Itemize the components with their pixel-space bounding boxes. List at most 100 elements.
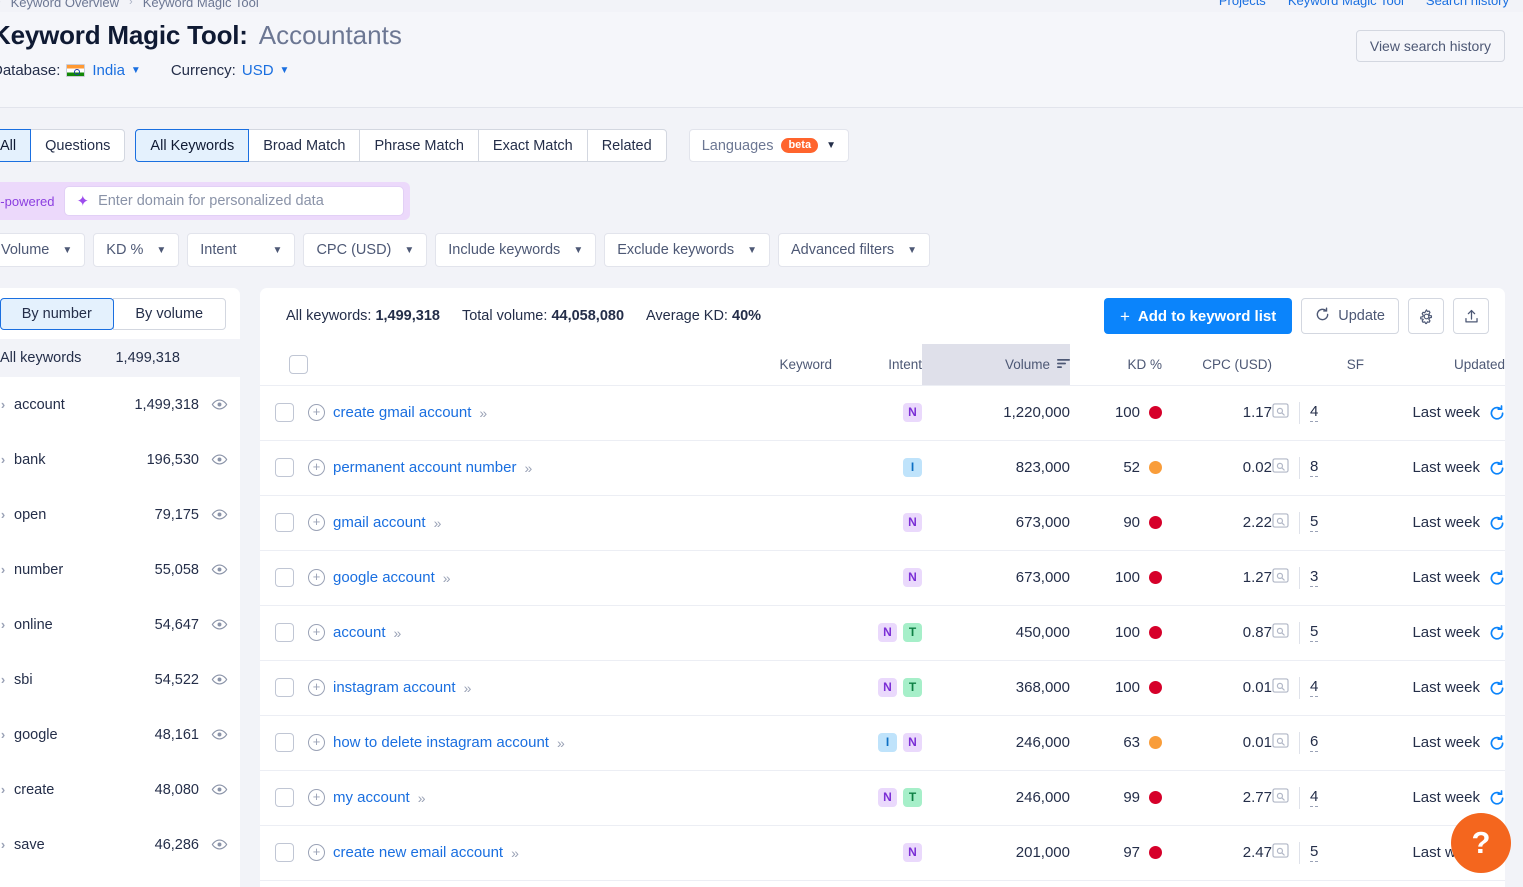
toggle-visibility-icon[interactable] [211, 506, 228, 523]
toggle-visibility-icon[interactable] [211, 836, 228, 853]
filter-volume[interactable]: Volume ▼ [0, 233, 86, 267]
sidebar-group-row[interactable]: › account 1,499,318 [0, 377, 240, 432]
sf-count[interactable]: 4 [1310, 403, 1319, 422]
top-link-projects[interactable]: Projects [1219, 0, 1266, 8]
row-checkbox[interactable] [274, 623, 294, 642]
tab-exact-match[interactable]: Exact Match [477, 129, 588, 162]
double-chevron-icon[interactable]: » [479, 405, 487, 421]
row-checkbox[interactable] [274, 843, 294, 862]
database-selector[interactable]: Database: India ▼ [0, 62, 141, 79]
serp-features-icon[interactable] [1272, 458, 1289, 477]
column-cpc[interactable]: CPC (USD) [1162, 344, 1272, 386]
column-intent[interactable]: Intent [832, 344, 922, 386]
double-chevron-icon[interactable]: » [394, 625, 402, 641]
sidebar-all-keywords-row[interactable]: All keywords 1,499,318 [0, 339, 240, 377]
domain-input-wrapper[interactable]: ✦ Enter domain for personalized data [64, 186, 405, 216]
intent-badge-n[interactable]: N [903, 733, 922, 752]
intent-badge-t[interactable]: T [903, 678, 922, 697]
sf-count[interactable]: 4 [1310, 788, 1319, 807]
filter-cpc[interactable]: CPC (USD) ▼ [303, 233, 428, 267]
add-keyword-icon[interactable]: + [308, 404, 325, 421]
row-checkbox[interactable] [274, 513, 294, 532]
expand-group-icon[interactable]: › [0, 727, 14, 742]
update-button[interactable]: Update [1301, 298, 1399, 334]
top-link-search-history[interactable]: Search history [1426, 0, 1509, 8]
languages-dropdown[interactable]: Languages beta ▼ [688, 129, 849, 162]
intent-badge-n[interactable]: N [903, 513, 922, 532]
filter-exclude-keywords[interactable]: Exclude keywords ▼ [604, 233, 770, 267]
refresh-row-icon[interactable] [1489, 459, 1505, 476]
sidebar-group-row[interactable]: › create 48,080 [0, 762, 240, 817]
intent-badge-t[interactable]: T [903, 623, 922, 642]
breadcrumb-item-keyword-magic-tool[interactable]: Keyword Magic Tool [143, 0, 259, 10]
add-to-keyword-list-button[interactable]: + Add to keyword list [1103, 298, 1293, 334]
expand-group-icon[interactable]: › [0, 397, 14, 412]
toggle-visibility-icon[interactable] [211, 671, 228, 688]
keyword-link[interactable]: gmail account [333, 514, 426, 531]
serp-features-icon[interactable] [1272, 403, 1289, 422]
refresh-row-icon[interactable] [1489, 514, 1505, 531]
add-keyword-icon[interactable]: + [308, 844, 325, 861]
column-kd[interactable]: KD % [1070, 344, 1162, 386]
sidebar-group-row[interactable]: › google 48,161 [0, 707, 240, 762]
keyword-link[interactable]: google account [333, 569, 435, 586]
intent-badge-i[interactable]: I [903, 458, 922, 477]
double-chevron-icon[interactable]: » [524, 460, 532, 476]
keyword-link[interactable]: account [333, 624, 386, 641]
toggle-visibility-icon[interactable] [211, 726, 228, 743]
select-all-checkbox[interactable] [289, 354, 308, 374]
keyword-link[interactable]: create gmail account [333, 404, 471, 421]
export-icon[interactable] [1453, 298, 1489, 334]
tab-all[interactable]: All [0, 129, 32, 162]
keyword-link[interactable]: create new email account [333, 844, 503, 861]
tab-phrase-match[interactable]: Phrase Match [359, 129, 479, 162]
breadcrumb-item-keyword-overview[interactable]: Keyword Overview [11, 0, 119, 10]
serp-features-icon[interactable] [1272, 733, 1289, 752]
expand-group-icon[interactable]: › [0, 507, 14, 522]
keyword-link[interactable]: my account [333, 789, 410, 806]
row-checkbox[interactable] [274, 678, 294, 697]
expand-group-icon[interactable]: › [0, 617, 14, 632]
help-button[interactable]: ? [1451, 813, 1511, 873]
toggle-visibility-icon[interactable] [211, 451, 228, 468]
filter-intent[interactable]: Intent ▼ [187, 233, 296, 267]
toggle-visibility-icon[interactable] [211, 781, 228, 798]
tab-questions[interactable]: Questions [30, 129, 126, 162]
sf-count[interactable]: 6 [1310, 733, 1319, 752]
currency-selector[interactable]: Currency: USD ▼ [171, 62, 290, 79]
sort-by-volume-button[interactable]: By volume [112, 298, 226, 330]
sort-by-number-button[interactable]: By number [0, 298, 114, 330]
double-chevron-icon[interactable]: » [418, 790, 426, 806]
add-keyword-icon[interactable]: + [308, 679, 325, 696]
sf-count[interactable]: 5 [1310, 843, 1319, 862]
sidebar-group-row[interactable]: › save 46,286 [0, 817, 240, 872]
row-checkbox[interactable] [274, 458, 294, 477]
row-checkbox[interactable] [274, 403, 294, 422]
column-keyword[interactable]: Keyword [308, 344, 832, 386]
add-keyword-icon[interactable]: + [308, 734, 325, 751]
expand-group-icon[interactable]: › [0, 837, 14, 852]
double-chevron-icon[interactable]: » [511, 845, 519, 861]
keyword-link[interactable]: permanent account number [333, 459, 516, 476]
toggle-visibility-icon[interactable] [211, 396, 228, 413]
filter-kd[interactable]: KD % ▼ [93, 233, 180, 267]
sf-count[interactable]: 5 [1310, 623, 1319, 642]
toggle-visibility-icon[interactable] [211, 616, 228, 633]
refresh-row-icon[interactable] [1489, 569, 1505, 586]
add-keyword-icon[interactable]: + [308, 789, 325, 806]
sidebar-group-row[interactable]: › bank 196,530 [0, 432, 240, 487]
serp-features-icon[interactable] [1272, 788, 1289, 807]
intent-badge-n[interactable]: N [903, 403, 922, 422]
refresh-row-icon[interactable] [1489, 679, 1505, 696]
intent-badge-n[interactable]: N [878, 678, 897, 697]
view-search-history-button[interactable]: View search history [1355, 30, 1505, 62]
column-updated[interactable]: Updated [1364, 344, 1505, 386]
row-checkbox[interactable] [274, 568, 294, 587]
double-chevron-icon[interactable]: » [557, 735, 565, 751]
sf-count[interactable]: 5 [1310, 513, 1319, 532]
top-link-keyword-magic-tool[interactable]: Keyword Magic Tool [1288, 0, 1404, 8]
refresh-row-icon[interactable] [1489, 404, 1505, 421]
sf-count[interactable]: 8 [1310, 458, 1319, 477]
keyword-link[interactable]: how to delete instagram account [333, 734, 549, 751]
intent-badge-t[interactable]: T [903, 788, 922, 807]
